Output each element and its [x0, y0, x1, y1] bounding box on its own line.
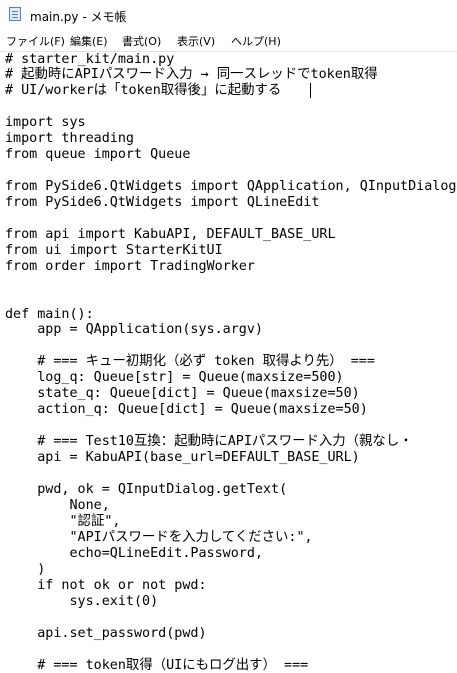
- code-line: from queue import Queue: [5, 147, 191, 162]
- menu-format[interactable]: 書式(O): [122, 33, 161, 49]
- menu-help[interactable]: ヘルプ(H): [231, 33, 281, 49]
- menu-edit[interactable]: 編集(E): [70, 33, 108, 49]
- menu-file[interactable]: ファイル(F): [6, 33, 65, 49]
- notepad-window: main.py - メモ帳 ファイル(F) 編集(E) 書式(O) 表示(V) …: [0, 0, 457, 673]
- code-line: import sys: [5, 115, 86, 130]
- code-line: sys.exit(0): [5, 594, 159, 609]
- code-line: # starter_kit/main.py: [5, 52, 175, 67]
- code-line: from PySide6.QtWidgets import QApplicati…: [5, 179, 457, 194]
- code-line: def main():: [5, 307, 94, 322]
- code-line: from order import TradingWorker: [5, 259, 255, 274]
- code-line: api = KabuAPI(base_url=DEFAULT_BASE_URL): [5, 450, 360, 465]
- code-line: "APIパスワードを入力してください:",: [5, 530, 313, 545]
- code-line: api.set_password(pwd): [5, 626, 207, 641]
- menu-bar: ファイル(F) 編集(E) 書式(O) 表示(V) ヘルプ(H): [0, 30, 457, 50]
- code-line: # === キュー初期化（必ず token 取得より先） ===: [5, 354, 375, 369]
- title-bar[interactable]: main.py - メモ帳: [0, 0, 457, 30]
- code-line: from api import KabuAPI, DEFAULT_BASE_UR…: [5, 227, 336, 242]
- code-line: from PySide6.QtWidgets import QLineEdit: [5, 195, 320, 210]
- code-line: None,: [5, 498, 110, 513]
- code-line: # UI/workerは「token取得後」に起動する: [5, 83, 282, 98]
- code-line: state_q: Queue[dict] = Queue(maxsize=50): [5, 386, 360, 401]
- code-line: # 起動時にAPIパスワード入力 → 同一スレッドでtoken取得: [5, 67, 378, 82]
- notepad-icon: [9, 7, 21, 21]
- code-line: "認証",: [5, 514, 121, 529]
- code-line: log_q: Queue[str] = Queue(maxsize=500): [5, 370, 344, 385]
- text-caret: [310, 83, 311, 98]
- code-line: app = QApplication(sys.argv): [5, 322, 263, 337]
- code-line: if not ok or not pwd:: [5, 578, 207, 593]
- text-editor[interactable]: # starter_kit/main.py # 起動時にAPIパスワード入力 →…: [0, 52, 457, 673]
- code-line: # === Test10互換：起動時にAPIパスワード入力（親なし・: [5, 434, 413, 449]
- code-line: echo=QLineEdit.Password,: [5, 546, 263, 561]
- code-line: action_q: Queue[dict] = Queue(maxsize=50…: [5, 402, 368, 417]
- code-line: import threading: [5, 131, 134, 146]
- window-title: main.py - メモ帳: [30, 10, 127, 24]
- code-line: from ui import StarterKitUI: [5, 243, 223, 258]
- code-line: ): [5, 562, 46, 577]
- menu-view[interactable]: 表示(V): [177, 33, 215, 49]
- code-line: # === token取得（UIにもログ出す） ===: [5, 658, 309, 673]
- code-line: pwd, ok = QInputDialog.getText(: [5, 482, 288, 497]
